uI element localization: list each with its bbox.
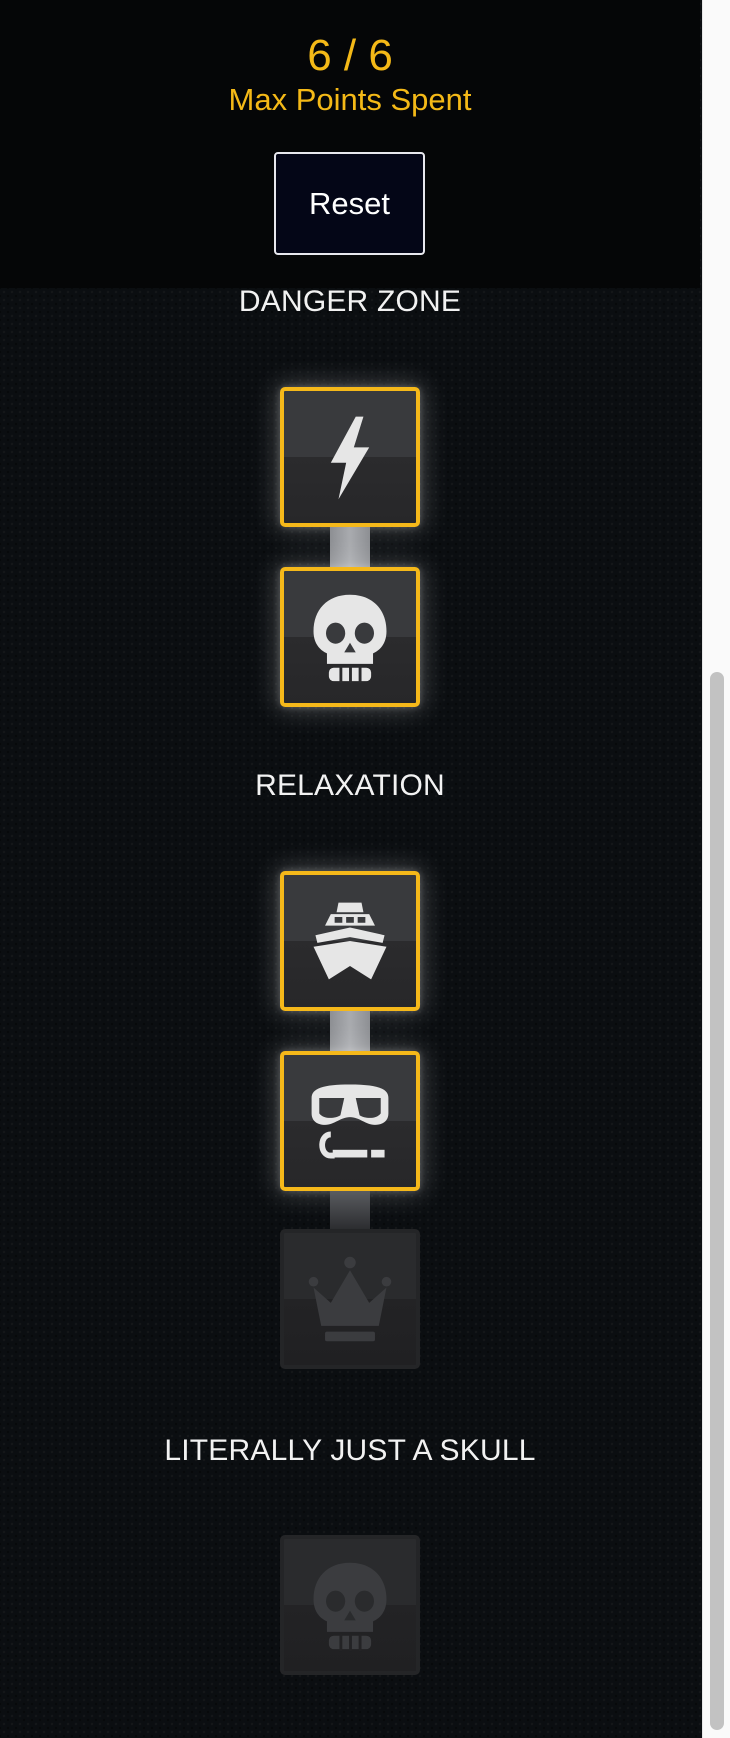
lightning-bolt-icon: [330, 416, 370, 500]
points-counter: 6 / 6: [307, 31, 393, 80]
section-title-literally-just-a-skull: LITERALLY JUST A SKULL: [164, 1434, 536, 1467]
points-status-label: Max Points Spent: [228, 82, 472, 117]
node-connector: [330, 1011, 370, 1051]
reset-button[interactable]: Reset: [274, 152, 425, 255]
crown-icon: [308, 1256, 392, 1342]
skill-node-lightning[interactable]: [280, 387, 420, 527]
skill-node-skull[interactable]: [280, 567, 420, 707]
skill-node-boat[interactable]: [280, 871, 420, 1011]
skill-node-skull-locked[interactable]: [280, 1535, 420, 1675]
snorkel-mask-icon: [311, 1084, 389, 1159]
scrollbar-thumb[interactable]: [710, 672, 724, 1730]
skull-icon: [313, 1562, 387, 1652]
skill-node-crown[interactable]: [280, 1229, 420, 1369]
skull-icon: [313, 594, 387, 684]
points-header: 6 / 6 Max Points Spent Reset: [0, 0, 700, 288]
node-connector: [330, 1191, 370, 1229]
node-connector: [330, 527, 370, 567]
section-title-danger-zone: DANGER ZONE: [238, 285, 462, 318]
section-title-relaxation: RELAXATION: [255, 769, 445, 802]
skill-node-snorkel[interactable]: [280, 1051, 420, 1191]
vertical-scrollbar[interactable]: [702, 0, 730, 1738]
boat-icon: [313, 902, 387, 980]
